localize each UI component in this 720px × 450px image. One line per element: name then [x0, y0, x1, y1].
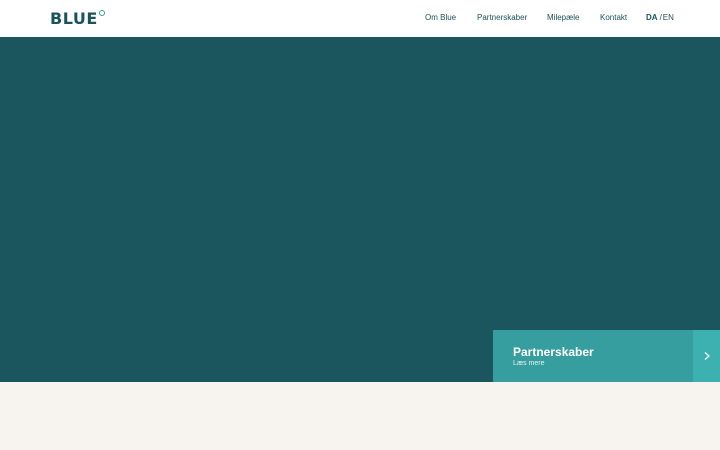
card-subtitle: Læs mere [513, 360, 545, 367]
chevron-right-icon [704, 352, 710, 360]
card-arrow-button[interactable] [693, 330, 720, 382]
nav-link-partnerskaber[interactable]: Partnerskaber [477, 13, 527, 23]
language-separator: / [659, 13, 662, 22]
partnerskaber-card[interactable]: Partnerskaber Læs mere [493, 330, 693, 382]
card-title: Partnerskaber [513, 345, 594, 359]
nav-link-milepaele[interactable]: Milepæle [547, 13, 579, 23]
language-switcher: DA / EN [646, 13, 674, 23]
content-section [0, 382, 720, 450]
main-nav: Om Blue Partnerskaber Milepæle Kontakt [0, 0, 720, 37]
site-header: BLUE Om Blue Partnerskaber Milepæle Kont… [0, 0, 720, 37]
nav-link-kontakt[interactable]: Kontakt [600, 13, 627, 23]
language-da[interactable]: DA [646, 13, 658, 23]
language-en[interactable]: EN [663, 13, 674, 23]
nav-link-om-blue[interactable]: Om Blue [425, 13, 456, 23]
